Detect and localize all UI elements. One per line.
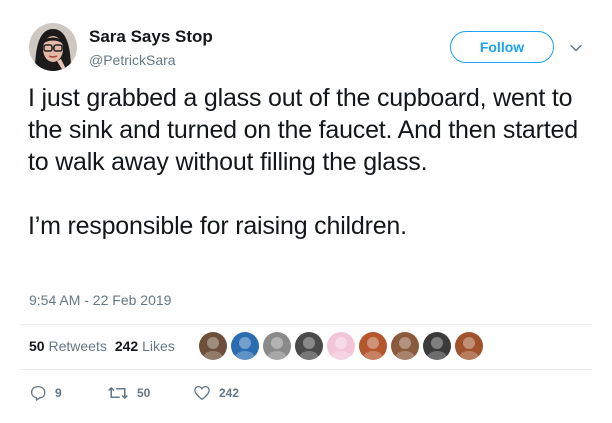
retweet-count: 50: [137, 386, 151, 400]
divider: [20, 324, 592, 325]
liker-avatar-7[interactable]: [390, 331, 420, 361]
user-handle[interactable]: @PetrickSara: [89, 52, 176, 68]
liker-avatar-1[interactable]: [198, 331, 228, 361]
like-count: 242: [219, 386, 240, 400]
liker-avatars: [198, 331, 486, 361]
tweet-card: Sara Says Stop @PetrickSara Follow I jus…: [0, 0, 612, 423]
retweets-stat[interactable]: 50 Retweets: [29, 338, 107, 354]
reply-icon: [30, 385, 46, 401]
tweet-text: I just grabbed a glass out of the cupboa…: [28, 82, 603, 242]
like-button[interactable]: 242: [193, 384, 239, 402]
liker-avatar-2[interactable]: [230, 331, 260, 361]
tweet-stats: 50 Retweets 242 Likes: [29, 338, 175, 354]
divider: [20, 369, 592, 370]
liker-avatar-5[interactable]: [326, 331, 356, 361]
tweet-paragraph: I just grabbed a glass out of the cupboa…: [28, 84, 578, 176]
liker-avatar-6[interactable]: [358, 331, 388, 361]
user-avatar[interactable]: [29, 23, 77, 71]
likes-label: Likes: [142, 338, 175, 354]
chevron-down-icon[interactable]: [568, 40, 584, 56]
follow-button[interactable]: Follow: [450, 31, 554, 63]
tweet-paragraph: I’m responsible for raising children.: [28, 212, 407, 240]
liker-avatar-8[interactable]: [422, 331, 452, 361]
likes-count: 242: [114, 338, 139, 354]
liker-avatar-4[interactable]: [294, 331, 324, 361]
reply-button[interactable]: 9: [29, 384, 62, 402]
tweet-timestamp[interactable]: 9:54 AM - 22 Feb 2019: [29, 292, 171, 308]
reply-count: 9: [55, 386, 62, 400]
retweets-label: Retweets: [48, 338, 107, 354]
heart-icon: [194, 385, 210, 401]
likes-stat[interactable]: 242 Likes: [115, 338, 175, 354]
liker-avatar-3[interactable]: [262, 331, 292, 361]
retweet-icon: [108, 386, 128, 400]
retweet-button[interactable]: 50: [107, 384, 150, 402]
liker-avatar-9[interactable]: [454, 331, 484, 361]
display-name[interactable]: Sara Says Stop: [89, 27, 213, 47]
retweets-count: 50: [29, 338, 45, 354]
